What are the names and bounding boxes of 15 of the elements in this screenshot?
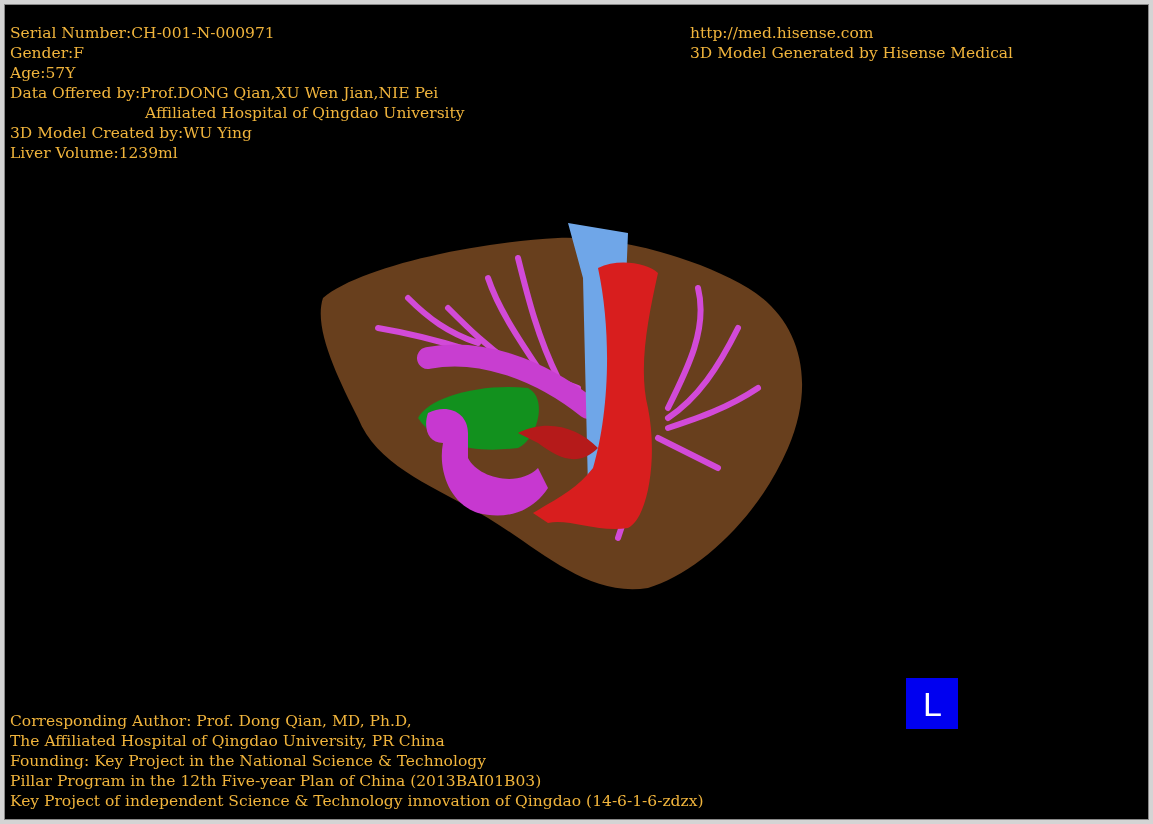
info-text: Data Offered by:Prof.DONG Qian,XU Wen Jian,NIE Pei bbox=[10, 83, 439, 103]
info-text: http://med.hisense.com bbox=[690, 23, 874, 43]
credit-text: Corresponding Author: Prof. Dong Qian, MD, Ph.D, bbox=[10, 711, 412, 731]
credit-text: Pillar Program in the 12th Five-year Plan of China (2013BAI01B03) bbox=[10, 771, 542, 791]
info-text: Affiliated Hospital of Qingdao University bbox=[144, 103, 465, 123]
info-text: Liver Volume:1239ml bbox=[10, 143, 178, 163]
info-text: Gender:F bbox=[10, 43, 85, 63]
credit-text: The Affiliated Hospital of Qingdao University, PR China bbox=[10, 731, 445, 751]
credit-text: Founding: Key Project in the National Science & Technology bbox=[10, 751, 486, 771]
credit-text: Key Project of independent Science & Technology innovation of Qingdao (14-6-1-6-zdzx) bbox=[10, 791, 704, 811]
orientation-marker: L bbox=[906, 678, 959, 729]
info-text: Age:57Y bbox=[10, 63, 76, 83]
info-text: 3D Model Generated by Hisense Medical bbox=[690, 43, 1014, 63]
info-text: 3D Model Created by:WU Ying bbox=[10, 123, 252, 143]
info-text: Serial Number:CH-001-N-000971 bbox=[10, 23, 275, 43]
